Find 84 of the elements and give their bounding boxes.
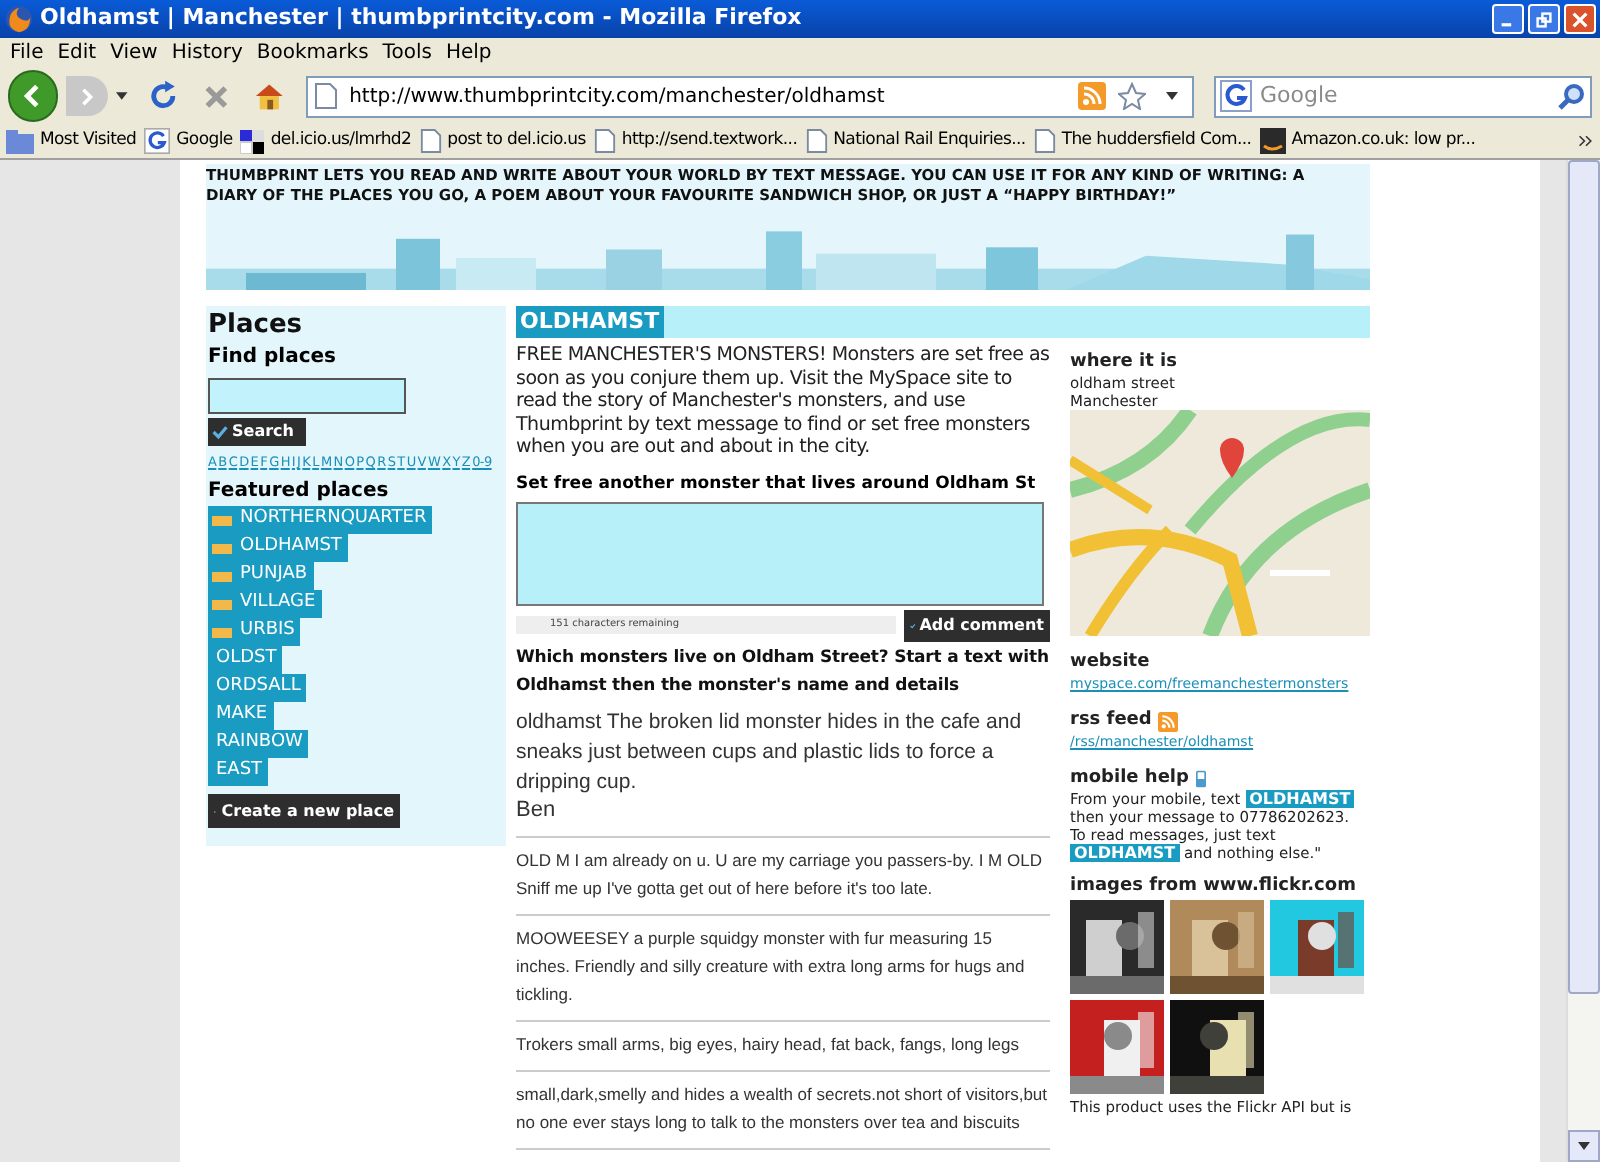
bookmark-item[interactable]: Most Visited — [6, 128, 137, 154]
place-search-field[interactable] — [208, 378, 406, 414]
page-icon — [313, 82, 338, 110]
find-label: Find places — [208, 346, 339, 370]
bookmark-item[interactable]: post to del.icio.us — [419, 128, 586, 154]
menu-item[interactable]: Edit — [51, 38, 103, 68]
bookmark-item[interactable]: Google — [144, 128, 233, 154]
page-icon — [419, 128, 442, 154]
rss-icon — [1157, 711, 1178, 731]
comment-text: OLD M I am already on u. U are my carriage you passers-by. I M OLD Sniff me up I've gotta get out of here before it's too late. — [516, 848, 1044, 903]
search-input[interactable]: Google — [1260, 79, 1551, 113]
place-link[interactable]: NORTHERNQUARTER — [208, 506, 433, 534]
place-link[interactable]: OLDST — [208, 646, 283, 674]
comment-author: Ben — [516, 798, 558, 823]
place-heading: OLDHAMST — [516, 306, 664, 338]
folder-icon — [6, 129, 34, 153]
bookmark-item[interactable]: The huddersfield Com... — [1033, 128, 1252, 154]
reload-icon[interactable] — [147, 80, 178, 112]
close-icon — [1572, 11, 1588, 27]
window-title: Oldhamst | Manchester | thumbprintcity.com - Mozilla Firefox — [40, 2, 802, 35]
section-title: images from www.flickr.com — [1070, 876, 1358, 898]
comment-text: Trokers small arms, big eyes, hairy head, fat back, fangs, long legs — [516, 1032, 1021, 1059]
place-link[interactable]: URBIS — [208, 618, 301, 646]
search-field[interactable]: Google — [1214, 75, 1593, 117]
bookmark-item[interactable]: del.icio.us/lmrhd2 — [240, 128, 412, 154]
create-place-button[interactable]: Create a new place — [208, 794, 400, 828]
place-link[interactable]: MAKE — [208, 702, 274, 730]
menu-item[interactable]: Bookmarks — [250, 38, 375, 68]
bookmark-item[interactable]: Amazon.co.uk: low pr... — [1259, 128, 1476, 154]
search-icon[interactable] — [1558, 82, 1587, 110]
section-title: where it is — [1070, 352, 1179, 374]
star-icon[interactable] — [1118, 82, 1147, 110]
search-button[interactable]: Search — [208, 418, 306, 446]
minimize-button[interactable] — [1492, 4, 1524, 34]
home-icon[interactable] — [254, 80, 286, 112]
comment-field[interactable] — [516, 502, 1044, 607]
search-engine-icon[interactable] — [1220, 80, 1253, 112]
scrollbar[interactable] — [1566, 160, 1600, 1162]
down-arrow-icon — [1578, 1142, 1590, 1150]
scrollbar-thumb[interactable] — [1568, 160, 1600, 994]
restore-icon — [1536, 11, 1552, 27]
comment-text: oldhamst The broken lid monster hides in the cafe and sneaks just between cups and plastic lids to force a dripping cup. — [516, 708, 1024, 799]
sidebar-title: Places — [208, 310, 305, 340]
menu-item[interactable]: File — [4, 38, 50, 68]
section-title: website — [1070, 652, 1152, 674]
dropdown-icon[interactable] — [115, 92, 128, 100]
page-icon — [1033, 128, 1056, 154]
bookmark-item[interactable]: http://send.textwork... — [593, 128, 798, 154]
checkmark-icon — [212, 424, 228, 440]
place-link[interactable]: ORDSALL — [208, 674, 307, 702]
google-icon — [144, 128, 171, 154]
address-field[interactable]: http://www.thumbprintcity.com/manchester/oldhamst — [305, 75, 1195, 117]
more-bookmarks-icon[interactable] — [1578, 134, 1594, 148]
menu-item[interactable]: History — [165, 38, 249, 68]
amazon-icon — [1259, 128, 1286, 154]
section-title: rss feed — [1070, 710, 1152, 732]
bookmark-item[interactable]: National Rail Enquiries... — [805, 128, 1026, 154]
phone-icon — [1196, 770, 1207, 788]
page-icon — [593, 128, 616, 154]
place-link[interactable]: EAST — [208, 758, 269, 786]
back-button[interactable] — [8, 70, 58, 122]
page-icon — [805, 128, 828, 154]
menu-item[interactable]: Help — [439, 38, 498, 68]
form-label: Set free another monster that lives around Oldham St — [516, 471, 1038, 497]
grid-icon — [240, 129, 265, 153]
menu-item[interactable]: View — [104, 38, 164, 68]
place-link[interactable]: RAINBOW — [208, 730, 309, 758]
menu-item[interactable]: Tools — [376, 38, 438, 68]
add-comment-button[interactable]: Add comment — [904, 610, 1050, 643]
place-link[interactable]: VILLAGE — [208, 590, 322, 618]
close-button[interactable] — [1564, 4, 1596, 34]
intro-text: FREE MANCHESTER'S MONSTERS! Monsters are set free as soon as you conjure them up. Visit the MySpace site to read the story of Manchester's monsters, and use Thumbprint by text message to find or set free monsters when you are out and about in the city. — [516, 344, 1050, 459]
prompt-text: Which monsters live on Oldham Street? Start a text with Oldhamst then the monster's name and details — [516, 646, 1050, 701]
section-title: mobile help — [1070, 768, 1189, 790]
browser-logo-icon — [4, 4, 34, 34]
featured-label: Featured places — [208, 480, 391, 504]
scroll-down-button[interactable] — [1568, 1130, 1600, 1162]
comment-text: small,dark,smelly and hides a wealth of secrets.not short of visitors,but no one ever stays long to talk to the monsters over tea and biscuits — [516, 1082, 1050, 1137]
dropdown-icon[interactable] — [1166, 92, 1179, 100]
place-link[interactable]: PUNJAB — [208, 562, 314, 590]
url-text: http://www.thumbprintcity.com/manchester/oldhamst — [349, 83, 885, 111]
restore-button[interactable] — [1528, 4, 1560, 34]
comment-text: MOOWEESEY a purple squidgy monster with fur measuring 15 inches. Friendly and silly creature with extra long arms for hugs and tickling. — [516, 926, 1027, 1009]
place-link[interactable]: OLDHAMST — [208, 534, 348, 562]
